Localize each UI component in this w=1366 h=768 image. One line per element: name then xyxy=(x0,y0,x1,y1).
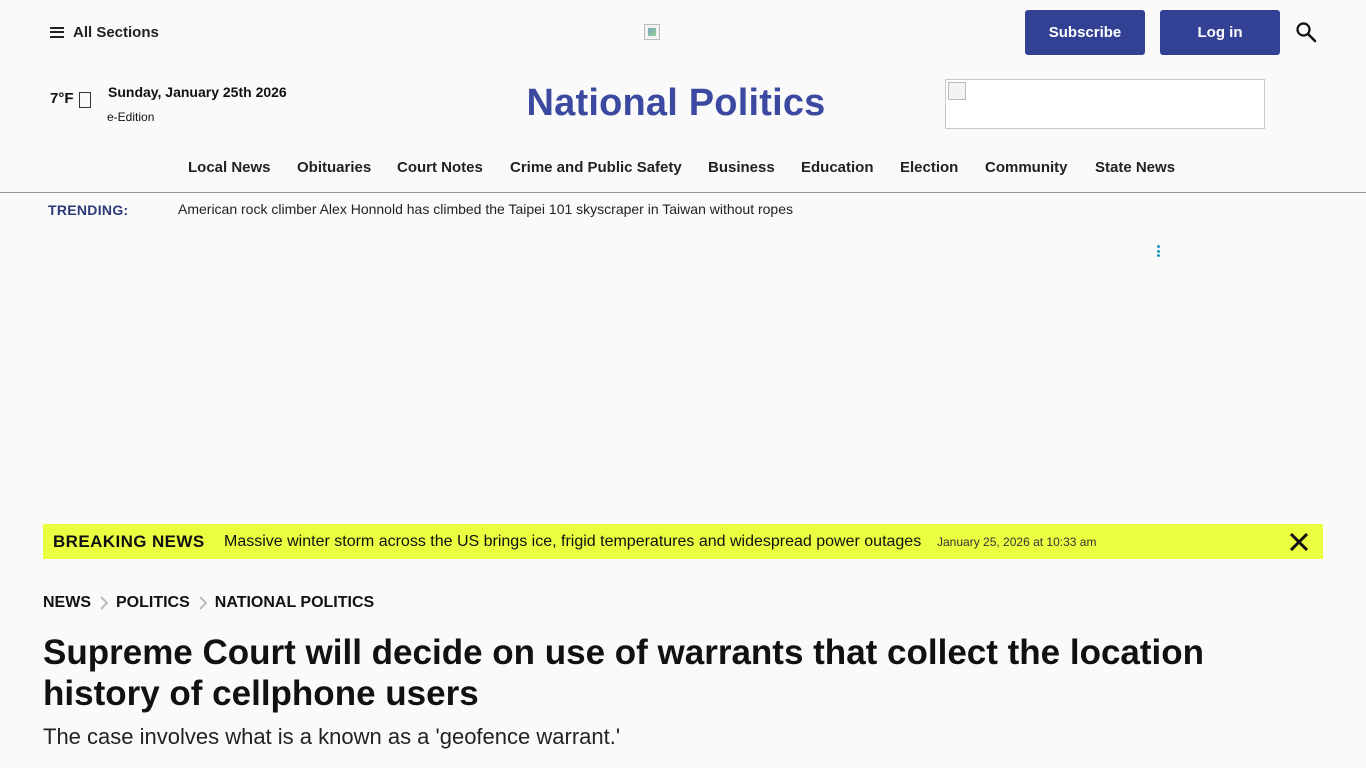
breaking-news-banner: BREAKING NEWS Massive winter storm acros… xyxy=(43,524,1323,559)
chevron-right-icon xyxy=(100,596,109,610)
article-subheadline: The case involves what is a known as a '… xyxy=(43,724,621,749)
login-button[interactable]: Log in xyxy=(1160,10,1280,55)
breaking-news-link[interactable]: Massive winter storm across the US bring… xyxy=(224,533,921,551)
breaking-news-label: BREAKING NEWS xyxy=(53,532,205,551)
more-vert-icon[interactable] xyxy=(1157,245,1161,257)
subscribe-button[interactable]: Subscribe xyxy=(1025,10,1145,55)
all-sections-button[interactable]: All Sections xyxy=(50,22,159,42)
nav-item-business[interactable]: Business xyxy=(708,159,775,176)
nav-item-crime-public-safety[interactable]: Crime and Public Safety xyxy=(510,159,682,176)
nav-item-obituaries[interactable]: Obituaries xyxy=(297,159,371,176)
nav-item-court-notes[interactable]: Court Notes xyxy=(397,159,483,176)
header-ad[interactable] xyxy=(945,79,1265,129)
close-icon[interactable] xyxy=(1287,530,1311,554)
main-nav: Local News Obituaries Court Notes Crime … xyxy=(0,155,1366,193)
all-sections-label: All Sections xyxy=(73,23,159,41)
nav-item-community[interactable]: Community xyxy=(985,159,1068,176)
nav-item-local-news[interactable]: Local News xyxy=(188,159,271,176)
chevron-right-icon xyxy=(199,596,208,610)
article-headline: Supreme Court will decide on use of warr… xyxy=(43,633,1205,713)
breadcrumb-national-politics[interactable]: NATIONAL POLITICS xyxy=(215,594,374,612)
search-icon[interactable] xyxy=(1295,21,1317,43)
menu-icon xyxy=(50,26,64,38)
breadcrumb-politics[interactable]: POLITICS xyxy=(116,594,190,612)
breadcrumb: NEWS POLITICS NATIONAL POLITICS xyxy=(43,594,374,612)
top-bar: All Sections Subscribe Log in xyxy=(0,0,1366,64)
nav-item-education[interactable]: Education xyxy=(801,159,874,176)
nav-item-election[interactable]: Election xyxy=(900,159,958,176)
site-logo-image[interactable] xyxy=(644,24,660,40)
breadcrumb-news[interactable]: NEWS xyxy=(43,594,91,612)
breaking-news-timestamp: January 25, 2026 at 10:33 am xyxy=(937,535,1097,549)
nav-item-state-news[interactable]: State News xyxy=(1095,159,1175,176)
trending-headline-link[interactable]: American rock climber Alex Honnold has c… xyxy=(178,201,793,217)
trending-label: TRENDING: xyxy=(48,202,129,218)
